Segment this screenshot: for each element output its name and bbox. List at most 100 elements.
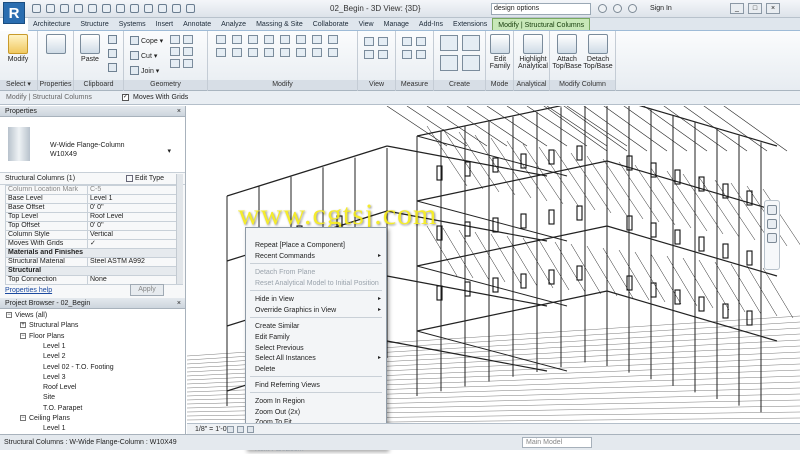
mirror-axis-icon[interactable] — [248, 35, 258, 44]
browser-tree-item[interactable]: − Ceiling Plans — [20, 415, 70, 423]
context-menu-item[interactable]: Override Graphics in View — [255, 306, 336, 315]
browser-tree-item[interactable]: − Floor Plans — [20, 333, 64, 341]
moves-with-grids-checkbox[interactable]: ✓ — [122, 94, 129, 101]
tab-manage[interactable]: Manage — [379, 18, 414, 30]
property-group-header[interactable]: Structural — [5, 266, 183, 276]
properties-button[interactable] — [44, 34, 68, 56]
cope-button[interactable]: Cope ▾ — [130, 36, 163, 45]
browser-tree-item[interactable]: Site — [34, 394, 55, 402]
maximize-button[interactable]: □ — [748, 3, 762, 14]
browser-tree-item[interactable]: Level 1 — [34, 425, 66, 433]
context-menu-item[interactable]: Hide in View — [255, 295, 294, 304]
edit-family-button[interactable]: Edit Family — [488, 34, 512, 70]
attach-top-base-button[interactable]: Attach Top/Base — [552, 34, 582, 70]
context-menu-item[interactable]: Recent Commands — [255, 252, 315, 261]
context-menu-item[interactable]: Select Previous — [255, 344, 304, 353]
measure-between-icon[interactable] — [402, 37, 412, 46]
property-value[interactable]: C-5 — [87, 185, 183, 195]
property-group-header[interactable]: Materials and Finishes — [5, 248, 183, 258]
property-value[interactable]: Level 1 — [87, 194, 183, 204]
edit-type-button[interactable]: Edit Type — [126, 174, 164, 184]
instance-filter[interactable]: Structural Columns (1) Edit Type — [0, 173, 185, 185]
spot-icon[interactable] — [416, 50, 426, 59]
expand-icon[interactable]: + — [20, 322, 26, 329]
collapse-icon[interactable]: − — [20, 332, 26, 339]
trim-icon[interactable] — [296, 35, 306, 44]
create-group-icon[interactable] — [440, 55, 458, 71]
save-icon[interactable] — [46, 4, 55, 13]
tab-architecture[interactable]: Architecture — [28, 18, 75, 30]
main-model-field[interactable]: Main Model — [522, 437, 592, 448]
context-menu-item[interactable]: Edit Family — [255, 333, 290, 342]
move-icon[interactable] — [216, 48, 226, 57]
tab-structure[interactable]: Structure — [75, 18, 113, 30]
paint-icon[interactable] — [170, 47, 180, 56]
property-value[interactable]: Roof Level — [87, 212, 183, 222]
create-parts-icon[interactable] — [462, 35, 480, 51]
context-menu-item[interactable]: Zoom In Region — [255, 397, 305, 406]
context-menu-item[interactable]: Delete — [255, 365, 275, 374]
linework-icon[interactable] — [364, 50, 374, 59]
unpin-icon[interactable] — [328, 35, 338, 44]
cut-icon[interactable] — [108, 35, 117, 44]
browser-tree-item[interactable]: Level 2 — [34, 353, 66, 361]
switch-windows-icon[interactable] — [186, 4, 195, 13]
align-icon[interactable] — [216, 35, 226, 44]
property-value[interactable]: Steel ASTM A992 — [87, 257, 183, 267]
properties-scrollbar[interactable] — [176, 174, 183, 284]
join-button[interactable]: Join ▾ — [130, 66, 159, 75]
tab-insert[interactable]: Insert — [151, 18, 179, 30]
context-menu-item[interactable]: Repeat [Place a Component] — [255, 241, 345, 250]
property-value[interactable]: 0' 0" — [87, 203, 183, 213]
modify-button[interactable]: Modify — [6, 34, 30, 63]
close-hidden-icon[interactable] — [172, 4, 181, 13]
collapse-icon[interactable]: − — [6, 312, 12, 319]
hide-bulb-icon[interactable] — [364, 37, 374, 46]
detail-level-icon[interactable] — [227, 426, 234, 433]
split-gap-icon[interactable] — [312, 48, 322, 57]
thin-lines-icon[interactable] — [158, 4, 167, 13]
property-value[interactable]: Vertical — [87, 230, 183, 240]
close-icon[interactable]: × — [177, 106, 181, 117]
scale-icon[interactable] — [280, 48, 290, 57]
trim-extend-icon[interactable] — [296, 48, 306, 57]
context-menu-item[interactable]: Detach From Plane — [255, 268, 315, 277]
rotate-icon[interactable] — [248, 48, 258, 57]
delete-icon[interactable] — [328, 48, 338, 57]
context-menu-item[interactable]: Find Referring Views — [255, 381, 320, 390]
steering-wheel-icon[interactable] — [767, 205, 777, 215]
browser-tree-item[interactable]: Roof Level — [34, 384, 76, 392]
sun-path-icon[interactable] — [247, 426, 254, 433]
tab-view[interactable]: View — [354, 18, 379, 30]
override-icon[interactable] — [378, 37, 388, 46]
tab-modify-structural-columns[interactable]: Modify | Structural Columns — [492, 18, 591, 30]
measure-element-icon[interactable] — [416, 37, 426, 46]
create-assembly-icon[interactable] — [440, 35, 458, 51]
redo-icon[interactable] — [74, 4, 83, 13]
property-value[interactable]: 0' 0" — [87, 221, 183, 231]
close-button[interactable]: × — [766, 3, 780, 14]
type-selector[interactable]: W-Wide Flange-Column W10X49 ▾ — [0, 117, 185, 173]
chevron-down-icon[interactable]: ▾ — [167, 147, 171, 155]
split-face-icon[interactable] — [183, 35, 193, 44]
sign-in-link[interactable]: Sign In — [650, 5, 672, 12]
collapse-icon[interactable]: − — [20, 415, 26, 422]
browser-tree-item[interactable]: Level 02 - T.O. Footing — [34, 364, 114, 372]
browser-tree-item[interactable]: − Views (all) — [6, 312, 47, 320]
context-menu-item[interactable]: Select All Instances — [255, 354, 316, 363]
undo-icon[interactable] — [60, 4, 69, 13]
split-icon[interactable] — [280, 35, 290, 44]
view-scale[interactable]: 1/8" = 1'-0" — [195, 426, 229, 433]
remove-paint-icon[interactable] — [183, 47, 193, 56]
wall-joins-icon[interactable] — [170, 35, 180, 44]
tab-massing-site[interactable]: Massing & Site — [251, 18, 308, 30]
star-icon[interactable] — [628, 4, 637, 13]
binoculars-icon[interactable] — [598, 4, 607, 13]
context-menu-item[interactable]: Create Similar — [255, 322, 299, 331]
print-icon[interactable] — [88, 4, 97, 13]
tab-add-ins[interactable]: Add-Ins — [414, 18, 448, 30]
3d-view-icon[interactable] — [130, 4, 139, 13]
paste-button[interactable]: Paste — [78, 34, 102, 63]
tab-systems[interactable]: Systems — [114, 18, 151, 30]
array-icon[interactable] — [264, 48, 274, 57]
